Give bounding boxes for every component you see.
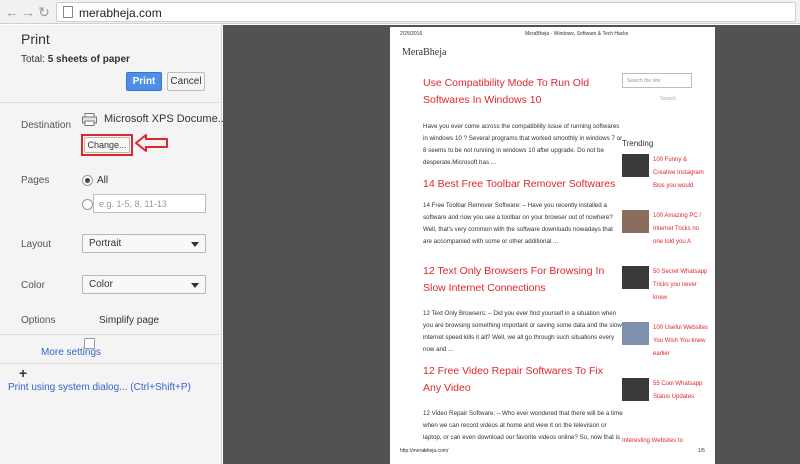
system-dialog-link[interactable]: Print using system dialog... (Ctrl+Shift… <box>8 382 191 393</box>
reload-button[interactable]: ↻ <box>36 4 52 20</box>
back-button[interactable]: ← <box>4 4 20 20</box>
article-excerpt: 12 Text Only Browsers: – Did you ever fi… <box>423 310 622 353</box>
pages-range-radio[interactable] <box>82 199 93 210</box>
article-title: 14 Best Free Toolbar Remover Softwares <box>423 178 616 190</box>
trending-item: 100 Amazing PC / Internet Tricks no one … <box>653 213 702 245</box>
article-title: Use Compatibility Mode To Run Old Softwa… <box>423 77 590 106</box>
trending-thumbnail <box>622 378 649 401</box>
options-label: Options <box>21 315 56 326</box>
page-icon <box>63 6 73 18</box>
highlight-box <box>81 134 133 156</box>
browser-toolbar: ← → ↻ merabheja.com <box>0 0 800 24</box>
color-value: Color <box>89 279 113 290</box>
trending-thumbnail <box>622 154 649 177</box>
page-header-title: MeraBheja - Windows, Software & Tech Hac… <box>525 31 629 37</box>
plus-icon[interactable]: + <box>19 366 27 380</box>
article-title: 12 Free Video Repair Softwares To Fix An… <box>423 365 603 394</box>
trending-heading: Trending <box>622 139 654 148</box>
color-select[interactable]: Color <box>82 275 206 294</box>
page-footer-number: 1/5 <box>698 448 705 454</box>
total-sheets: Total: 5 sheets of paper <box>21 54 130 65</box>
page-footer-url: http://merabheja.com/ <box>400 448 449 454</box>
print-button[interactable]: Print <box>126 72 162 91</box>
url-text: merabheja.com <box>79 6 162 20</box>
trending-thumbnail <box>622 210 649 233</box>
layout-label: Layout <box>21 239 52 250</box>
layout-select[interactable]: Portrait <box>82 234 206 253</box>
print-preview-area[interactable]: 2/25/2016 MeraBheja - Windows, Software … <box>223 25 800 464</box>
preview-page: 2/25/2016 MeraBheja - Windows, Software … <box>390 27 715 464</box>
cancel-button[interactable]: Cancel <box>167 72 205 91</box>
divider <box>0 334 222 335</box>
sidebar-search-input: Search the site <box>622 73 692 88</box>
layout-value: Portrait <box>89 238 122 249</box>
trending-item: 100 Funny & Creative Instagram Bios you … <box>653 157 704 189</box>
chevron-down-icon <box>191 283 199 288</box>
pages-range-input[interactable]: e.g. 1-5, 8, 11-13 <box>93 194 206 213</box>
left-arrow-icon <box>135 134 168 152</box>
pages-all-label: All <box>97 175 109 186</box>
print-title: Print <box>21 31 50 47</box>
total-value: 5 sheets of paper <box>47 54 130 65</box>
divider <box>0 363 222 364</box>
trending-item: 50 Secret Whatsapp Tricks you never knew <box>653 269 708 301</box>
destination-label: Destination <box>21 120 72 131</box>
trending-thumbnail <box>622 266 649 289</box>
color-label: Color <box>21 280 45 291</box>
pages-all-radio[interactable] <box>82 175 93 186</box>
print-settings-panel: Print Total: 5 sheets of paper Print Can… <box>0 25 227 464</box>
trending-item: Interesting Websites to <box>622 438 683 444</box>
more-settings-link[interactable]: More settings <box>41 347 101 358</box>
chevron-down-icon <box>191 242 199 247</box>
printer-icon <box>82 113 97 126</box>
article-excerpt: 12 Video Repair Software: – Who ever won… <box>423 410 623 453</box>
article-excerpt: Have you ever come across the compatibil… <box>423 123 623 166</box>
address-bar[interactable]: merabheja.com <box>56 2 796 22</box>
trending-item: 55 Cool Whatsapp Status Updates <box>653 381 703 400</box>
simplify-page-label: Simplify page <box>99 315 160 326</box>
sidebar-search-button: Search <box>660 96 676 102</box>
article-title: 12 Text Only Browsers For Browsing In Sl… <box>423 265 605 294</box>
destination-name: Microsoft XPS Docume... <box>104 113 227 125</box>
trending-item: 100 Useful Websites You Wish You knew ea… <box>653 325 708 357</box>
divider <box>0 102 222 103</box>
total-label: Total: <box>21 54 45 65</box>
pages-label: Pages <box>21 175 50 186</box>
article-excerpt: 14 Free Toolbar Remover Software: – Have… <box>423 202 613 245</box>
forward-button[interactable]: → <box>20 4 36 20</box>
page-header-date: 2/25/2016 <box>400 31 423 37</box>
trending-thumbnail <box>622 322 649 345</box>
site-brand: MeraBheja <box>402 47 447 58</box>
